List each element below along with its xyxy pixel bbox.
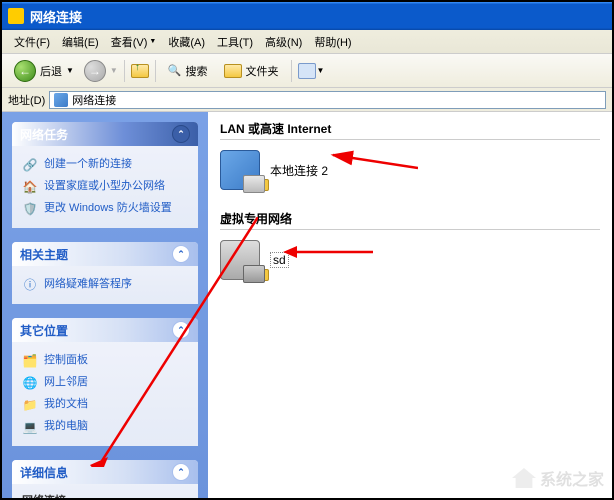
details-panel: 详细信息 ⌃ 网络连接: [12, 460, 198, 498]
control-panel-icon: 🗂️: [22, 353, 38, 369]
network-setup-icon: 🏠: [22, 179, 38, 195]
window-title: 网络连接: [30, 7, 82, 26]
section-lan-title: LAN 或高速 Internet: [220, 120, 600, 140]
address-bar: 地址(D) 网络连接: [2, 88, 612, 112]
other-panel: 其它位置 ⌃ 🗂️ 控制面板 🌐 网上邻居 📁 我的文档 💻: [12, 318, 198, 446]
other-network-places[interactable]: 🌐 网上邻居: [22, 372, 188, 394]
other-panel-header[interactable]: 其它位置 ⌃: [12, 318, 198, 342]
lan-connection-icon: [220, 150, 260, 190]
task-setup-network[interactable]: 🏠 设置家庭或小型办公网络: [22, 176, 188, 198]
vpn-connection-label: sd: [270, 252, 289, 268]
back-icon: ←: [14, 60, 36, 82]
network-places-icon: 🌐: [22, 375, 38, 391]
details-panel-body: 网络连接: [12, 484, 198, 498]
up-button[interactable]: ↑: [131, 64, 149, 78]
address-input[interactable]: 网络连接: [49, 91, 606, 109]
other-my-documents[interactable]: 📁 我的文档: [22, 394, 188, 416]
window-icon: [8, 8, 24, 24]
menu-bar: 文件(F) 编辑(E) 查看(V)▼ 收藏(A) 工具(T) 高级(N) 帮助(…: [2, 30, 612, 54]
menu-favorites[interactable]: 收藏(A): [162, 32, 211, 52]
watermark: 系统之家: [512, 466, 604, 490]
lan-connection-item[interactable]: 本地连接 2: [220, 150, 600, 190]
sidebar: 网络任务 ⌃ 🔗 创建一个新的连接 🏠 设置家庭或小型办公网络 🛡️ 更改 Wi…: [2, 112, 208, 498]
section-vpn-title: 虚拟专用网络: [220, 210, 600, 230]
vpn-connection-item[interactable]: sd: [220, 240, 600, 280]
search-icon: 🔍: [168, 64, 182, 77]
lan-connection-label: 本地连接 2: [270, 162, 328, 179]
content-area: 网络任务 ⌃ 🔗 创建一个新的连接 🏠 设置家庭或小型办公网络 🛡️ 更改 Wi…: [2, 112, 612, 498]
toolbar: ← 后退 ▼ → ▼ ↑ 🔍 搜索 文件夹 ▼: [2, 54, 612, 88]
separator: [291, 60, 292, 82]
tasks-panel-body: 🔗 创建一个新的连接 🏠 设置家庭或小型办公网络 🛡️ 更改 Windows 防…: [12, 146, 198, 228]
tasks-panel-header[interactable]: 网络任务 ⌃: [12, 122, 198, 146]
menu-help[interactable]: 帮助(H): [308, 32, 357, 52]
other-control-panel[interactable]: 🗂️ 控制面板: [22, 350, 188, 372]
computer-icon: 💻: [22, 419, 38, 435]
related-panel: 相关主题 ⌃ ⓘ 网络疑难解答程序: [12, 242, 198, 304]
lock-badge-icon: [257, 269, 269, 281]
vpn-connection-icon: [220, 240, 260, 280]
tasks-panel: 网络任务 ⌃ 🔗 创建一个新的连接 🏠 设置家庭或小型办公网络 🛡️ 更改 Wi…: [12, 122, 198, 228]
forward-button[interactable]: →: [84, 60, 106, 82]
details-subtitle: 网络连接: [22, 492, 188, 498]
separator: [155, 60, 156, 82]
details-panel-header[interactable]: 详细信息 ⌃: [12, 460, 198, 484]
other-my-computer[interactable]: 💻 我的电脑: [22, 416, 188, 438]
task-firewall[interactable]: 🛡️ 更改 Windows 防火墙设置: [22, 198, 188, 220]
watermark-icon: [512, 468, 536, 488]
separator: [124, 60, 125, 82]
lock-badge-icon: [257, 179, 269, 191]
views-button[interactable]: ▼: [298, 63, 325, 79]
title-bar: 网络连接: [2, 2, 612, 30]
search-button[interactable]: 🔍 搜索: [162, 61, 214, 81]
connection-icon: 🔗: [22, 157, 38, 173]
other-panel-body: 🗂️ 控制面板 🌐 网上邻居 📁 我的文档 💻 我的电脑: [12, 342, 198, 446]
firewall-icon: 🛡️: [22, 201, 38, 217]
related-panel-header[interactable]: 相关主题 ⌃: [12, 242, 198, 266]
address-label: 地址(D): [8, 92, 45, 108]
folders-button[interactable]: 文件夹: [218, 61, 285, 81]
folder-icon: [224, 64, 242, 78]
network-folder-icon: [54, 93, 68, 107]
menu-tools[interactable]: 工具(T): [211, 32, 259, 52]
related-troubleshoot[interactable]: ⓘ 网络疑难解答程序: [22, 274, 188, 296]
task-create-connection[interactable]: 🔗 创建一个新的连接: [22, 154, 188, 176]
menu-view[interactable]: 查看(V)▼: [105, 32, 163, 52]
help-icon: ⓘ: [22, 277, 38, 293]
menu-file[interactable]: 文件(F): [8, 32, 56, 52]
menu-edit[interactable]: 编辑(E): [56, 32, 105, 52]
documents-icon: 📁: [22, 397, 38, 413]
main-pane: LAN 或高速 Internet 本地连接 2 虚拟专用网络 sd: [208, 112, 612, 498]
collapse-icon: ⌃: [172, 321, 190, 339]
collapse-icon: ⌃: [172, 245, 190, 263]
menu-advanced[interactable]: 高级(N): [259, 32, 308, 52]
related-panel-body: ⓘ 网络疑难解答程序: [12, 266, 198, 304]
collapse-icon: ⌃: [172, 463, 190, 481]
collapse-icon: ⌃: [172, 125, 190, 143]
back-button[interactable]: ← 后退 ▼: [8, 58, 80, 84]
